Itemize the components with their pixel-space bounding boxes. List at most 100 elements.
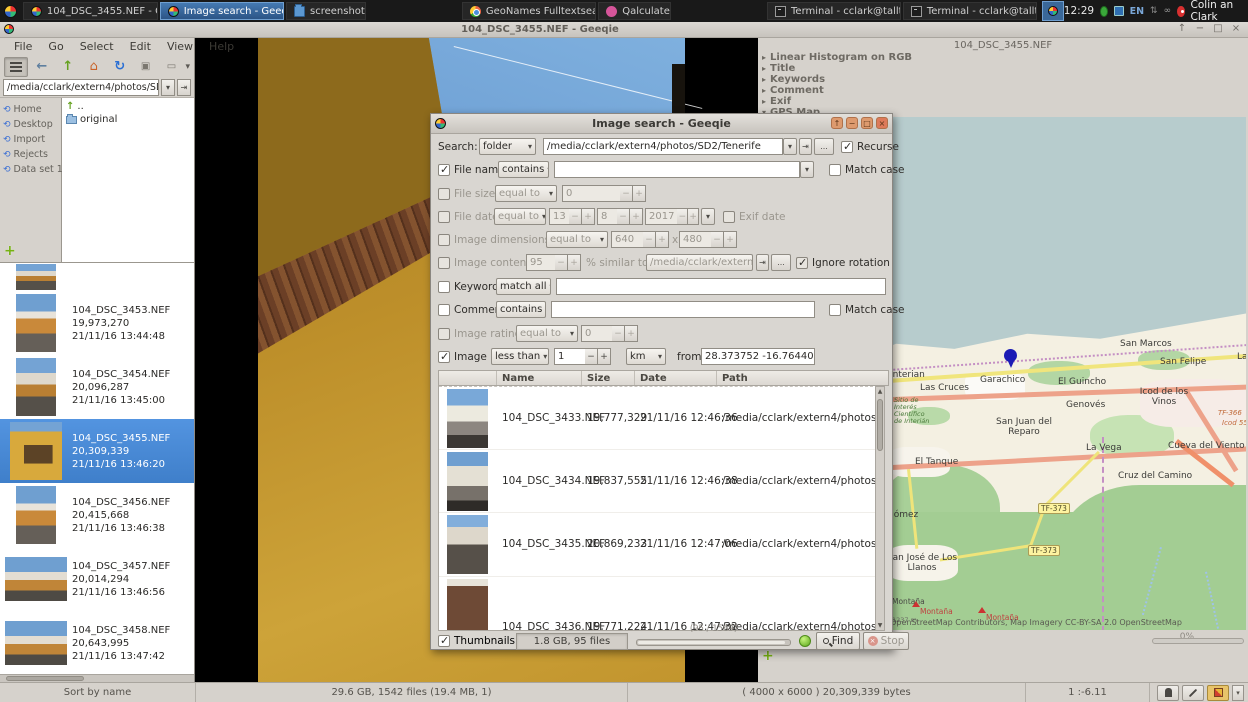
rating-spinner[interactable]: 0−+ [581,325,638,342]
maximize-button[interactable]: □ [861,117,873,129]
hide-pane-button[interactable]: ▭ [160,57,184,77]
scroll-up-arrow[interactable]: ▲ [876,388,884,395]
file-name-op-select[interactable]: contains [498,161,549,178]
close-button[interactable]: × [876,117,888,129]
section-title[interactable]: ▸Title [758,63,1248,74]
file-size-spinner[interactable]: 0−+ [562,185,646,202]
path-input[interactable]: /media/cclark/extern4/photos/SD2/Ten [3,79,159,96]
user-menu[interactable]: Colin an Clark [1191,0,1240,23]
bookmark-desktop[interactable]: ⟲Desktop [0,117,61,132]
match-case-checkbox[interactable]: Match case [829,164,905,176]
notification-icon[interactable] [1177,6,1184,17]
sync-arrows-icon[interactable]: ⇅ [1150,6,1158,16]
section-exif[interactable]: ▸Exif [758,96,1248,107]
width-spinner[interactable]: 640−+ [611,231,669,248]
path-dropdown-button[interactable]: ▾ [783,138,797,155]
folder-up-item[interactable]: ↑.. [62,100,194,113]
stop-button[interactable]: ×Stop [863,632,909,650]
draw-rectangle-button[interactable] [1182,685,1204,701]
coordinates-input[interactable]: 28.373752 -16.764400 [701,348,815,365]
zoom-status[interactable]: 1 :-6.11 [1026,683,1150,702]
dimensions-op-select[interactable]: equal to [546,231,608,248]
file-name-input[interactable] [554,161,800,178]
file-date-op-select[interactable]: equal to [494,208,546,225]
path-dropdown-button[interactable]: ▾ [161,79,175,96]
ignore-rotation-checkbox[interactable]: Ignore rotation [796,257,890,269]
task-window-screenshots[interactable]: screenshots [286,2,366,20]
task-window-geeqie-main[interactable]: 104_DSC_3455.NEF - G... [23,2,158,20]
shade-button[interactable]: ↑ [831,117,843,129]
horizontal-scrollbar[interactable] [0,674,194,682]
result-row[interactable]: 104_DSC_3436.NEF 19,771,224 21/11/16 12:… [439,577,878,632]
maximize-button[interactable]: □ [1212,23,1224,34]
file-row[interactable]: 104_DSC_3456.NEF20,415,66821/11/16 13:46… [0,483,194,547]
menu-select[interactable]: Select [72,40,122,53]
pixel-info-button[interactable] [1157,685,1179,701]
task-window-qalculate[interactable]: Qalculate! [598,2,671,20]
float-pane-button[interactable]: ▣ [134,57,158,77]
geeqie-launcher-icon[interactable] [0,0,22,22]
bookmark-rejects[interactable]: ⟲Rejects [0,147,61,162]
menu-view[interactable]: View [159,40,201,53]
browse-button[interactable]: ... [771,254,791,271]
view-list-toggle-button[interactable] [4,57,28,77]
file-row[interactable]: 104_DSC_3453.NEF19,973,27021/11/16 13:44… [0,291,194,355]
sort-selector[interactable]: Sort by name [0,683,196,702]
scrollbar-thumb[interactable] [877,399,883,451]
minimize-button[interactable]: − [1194,23,1206,34]
thumbnails-checkbox[interactable]: Thumbnails [438,635,515,647]
scrollbar-thumb[interactable] [6,676,84,681]
menu-file[interactable]: File [6,40,40,53]
keywords-op-select[interactable]: match all [496,278,551,295]
path-jump-button[interactable]: ⇥ [177,79,191,96]
month-spinner[interactable]: 8−+ [597,208,643,225]
toolbar-overflow-button[interactable]: ▾ [185,62,190,72]
section-comment[interactable]: ▸Comment [758,85,1248,96]
results-scrollbar[interactable]: ▲ ▼ [875,386,885,631]
link-icon[interactable]: ∞ [1164,6,1172,16]
calendar-dropdown[interactable]: ▾ [701,208,715,225]
display-icon[interactable] [1114,6,1123,16]
refresh-button[interactable]: ↻ [108,57,132,77]
shade-button[interactable]: ↑ [1176,23,1188,34]
search-type-select[interactable]: folder [479,138,536,155]
result-row[interactable]: 104_DSC_3433.NEF 19,777,329 21/11/16 12:… [439,386,878,450]
column-thumb[interactable] [439,371,497,385]
bookmark-data-set-1[interactable]: ⟲Data set 1 [0,162,61,177]
file-row[interactable]: 104_DSC_3457.NEF20,014,29421/11/16 13:46… [0,547,194,611]
height-spinner[interactable]: 480−+ [679,231,737,248]
day-spinner[interactable]: 13−+ [549,208,595,225]
split-pane-button[interactable]: ▾ [1232,685,1244,701]
exif-date-checkbox[interactable]: Exif date [723,211,785,223]
file-row-selected[interactable]: 104_DSC_3455.NEF20,309,33921/11/16 13:46… [0,419,194,483]
section-histogram[interactable]: ▸Linear Histogram on RGB [758,52,1248,63]
menu-go[interactable]: Go [40,40,71,53]
recurse-checkbox[interactable]: Recurse [841,141,899,153]
result-row[interactable]: 104_DSC_3435.NEF 20,869,233 21/11/16 12:… [439,513,878,577]
add-bookmark-button[interactable]: + [4,243,16,259]
image-is-checkbox[interactable]: Image is [438,351,499,363]
menu-help[interactable]: Help [201,40,242,53]
column-date[interactable]: Date [635,371,717,385]
keywords-input[interactable] [556,278,886,295]
home-button[interactable]: ⌂ [82,57,106,77]
distance-spinner[interactable]: 1−+ [554,348,611,365]
unit-select[interactable]: km [626,348,666,365]
back-button[interactable]: ← [30,57,54,77]
menu-edit[interactable]: Edit [122,40,159,53]
task-window-geonames[interactable]: GeoNames Fulltextsear... [462,2,596,20]
browse-button[interactable]: ... [814,138,834,155]
similar-path-select[interactable]: /media/cclark/extern4/p [646,254,753,271]
task-window-terminal-1[interactable]: Terminal - cclark@talltr... [767,2,901,20]
bookmark-import[interactable]: ⟲Import [0,132,61,147]
geo-op-select[interactable]: less than [491,348,549,365]
comment-op-select[interactable]: contains [496,301,546,318]
close-button[interactable]: × [1230,23,1242,34]
file-row-partial[interactable] [0,263,194,291]
match-case-checkbox[interactable]: Match case [829,304,905,316]
comment-input[interactable] [551,301,815,318]
task-window-image-search[interactable]: Image search - Geeqie [160,2,284,20]
main-titlebar[interactable]: 104_DSC_3455.NEF - Geeqie ↑ − □ × [0,22,1248,38]
similarity-spinner[interactable]: 95−+ [526,254,581,271]
color-management-button[interactable] [1207,685,1229,701]
